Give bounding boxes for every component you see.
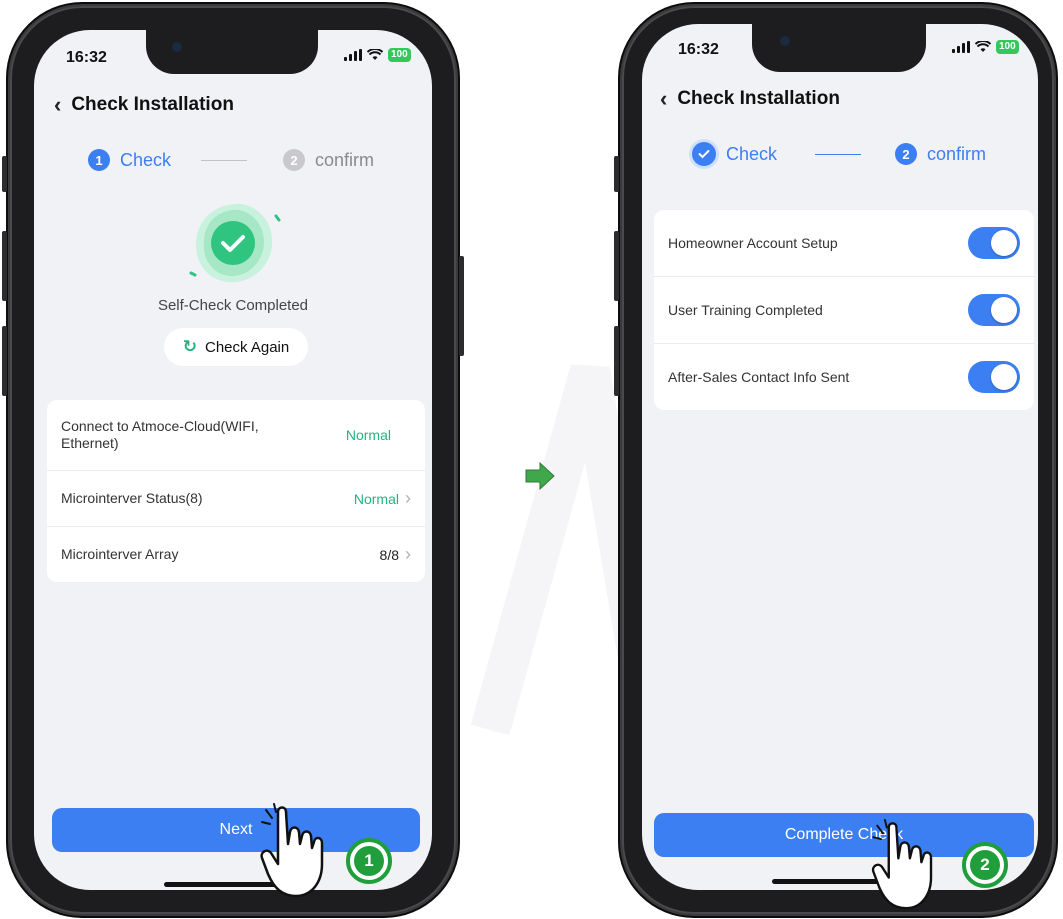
step-confirm: 2 confirm bbox=[283, 149, 374, 171]
chevron-left-icon[interactable]: ‹ bbox=[660, 88, 667, 110]
row-label: Microinterver Status(8) bbox=[61, 490, 203, 506]
right-phone-frame: 16:32 100 ‹ Check Installation Check 2 c… bbox=[614, 6, 1054, 914]
step-check: 1 Check bbox=[88, 149, 171, 171]
result-row-microinverter-status[interactable]: Microinterver Status(8) Normal › bbox=[47, 471, 425, 527]
row-label: Connect to Atmoce-Cloud(WIFI, Ethernet) bbox=[61, 418, 259, 451]
refresh-icon: ↻ bbox=[182, 337, 197, 356]
check-again-label: Check Again bbox=[205, 338, 290, 356]
right-screen: 16:32 100 ‹ Check Installation Check 2 c… bbox=[642, 24, 1038, 890]
chevron-right-icon: › bbox=[405, 488, 411, 508]
confirm-toggles-card: Homeowner Account Setup User Training Co… bbox=[654, 210, 1034, 410]
page-title: Check Installation bbox=[677, 88, 840, 109]
toggle-row-aftersales: After-Sales Contact Info Sent bbox=[654, 344, 1034, 410]
signal-icon bbox=[952, 41, 970, 53]
step-label: Check bbox=[120, 149, 172, 170]
success-check-icon bbox=[189, 203, 281, 283]
status-text: Normal bbox=[353, 490, 399, 507]
page-title: Check Installation bbox=[71, 94, 234, 115]
step-number: 2 bbox=[895, 143, 918, 165]
notch bbox=[146, 30, 318, 74]
arrow-right-icon bbox=[525, 461, 555, 491]
signal-icon bbox=[344, 49, 362, 61]
stepper: 1 Check 2 confirm bbox=[88, 149, 374, 171]
stepper: Check 2 confirm bbox=[692, 142, 986, 166]
step-confirm: 2 confirm bbox=[895, 143, 986, 165]
status-icons: 100 bbox=[952, 40, 1019, 54]
status-text: Normal bbox=[345, 427, 391, 443]
check-results-card: Connect to Atmoce-Cloud(WIFI, Ethernet) … bbox=[47, 400, 425, 582]
step-number: 2 bbox=[283, 149, 306, 171]
status-value: Normal › bbox=[354, 488, 411, 509]
count-text: 8/8 bbox=[379, 546, 399, 563]
pointing-hand-icon bbox=[871, 818, 933, 910]
result-row-cloud: Connect to Atmoce-Cloud(WIFI, Ethernet) … bbox=[47, 400, 425, 471]
notch bbox=[752, 24, 926, 72]
homeowner-toggle[interactable] bbox=[968, 227, 1020, 259]
wifi-icon bbox=[975, 41, 991, 52]
row-label: Microinterver Array bbox=[61, 546, 179, 562]
step-divider bbox=[815, 153, 862, 155]
header: ‹ Check Installation bbox=[660, 88, 840, 110]
step-check-done: Check bbox=[692, 142, 777, 166]
toggle-row-training: User Training Completed bbox=[654, 277, 1034, 344]
badge-number: 1 bbox=[354, 846, 384, 876]
battery-icon: 100 bbox=[388, 48, 411, 62]
training-toggle[interactable] bbox=[968, 294, 1020, 326]
row-label: Homeowner Account Setup bbox=[668, 234, 838, 251]
count-value: 8/8 › bbox=[380, 544, 411, 565]
step-label: confirm bbox=[927, 143, 987, 164]
battery-icon: 100 bbox=[996, 40, 1019, 54]
result-row-microinverter-array[interactable]: Microinterver Array 8/8 › bbox=[47, 527, 425, 582]
row-label: After-Sales Contact Info Sent bbox=[668, 368, 850, 385]
status-value: Normal bbox=[346, 427, 391, 443]
check-again-button[interactable]: ↻ Check Again bbox=[164, 328, 308, 366]
row-label: User Training Completed bbox=[668, 301, 823, 318]
left-phone-frame: 16:32 100 ‹ Check Installation 1 Check 2… bbox=[2, 6, 464, 914]
step-badge-2: 2 bbox=[962, 842, 1008, 888]
left-screen: 16:32 100 ‹ Check Installation 1 Check 2… bbox=[34, 30, 432, 890]
status-icons: 100 bbox=[344, 48, 411, 62]
pointing-hand-icon bbox=[260, 803, 324, 898]
step-label: confirm bbox=[315, 149, 375, 170]
checkmark-icon bbox=[692, 142, 716, 166]
self-check-status: Self-Check Completed bbox=[157, 297, 309, 314]
toggle-row-homeowner: Homeowner Account Setup bbox=[654, 210, 1034, 277]
chevron-left-icon[interactable]: ‹ bbox=[54, 94, 61, 116]
step-badge-1: 1 bbox=[346, 838, 392, 884]
header: ‹ Check Installation bbox=[54, 94, 234, 116]
step-divider bbox=[201, 159, 248, 161]
chevron-right-icon: › bbox=[405, 544, 411, 564]
status-time: 16:32 bbox=[66, 49, 107, 66]
wifi-icon bbox=[367, 49, 383, 60]
step-label: Check bbox=[726, 143, 778, 164]
badge-number: 2 bbox=[970, 850, 1000, 880]
aftersales-toggle[interactable] bbox=[968, 361, 1020, 393]
status-time: 16:32 bbox=[678, 41, 719, 58]
step-number: 1 bbox=[88, 149, 110, 171]
